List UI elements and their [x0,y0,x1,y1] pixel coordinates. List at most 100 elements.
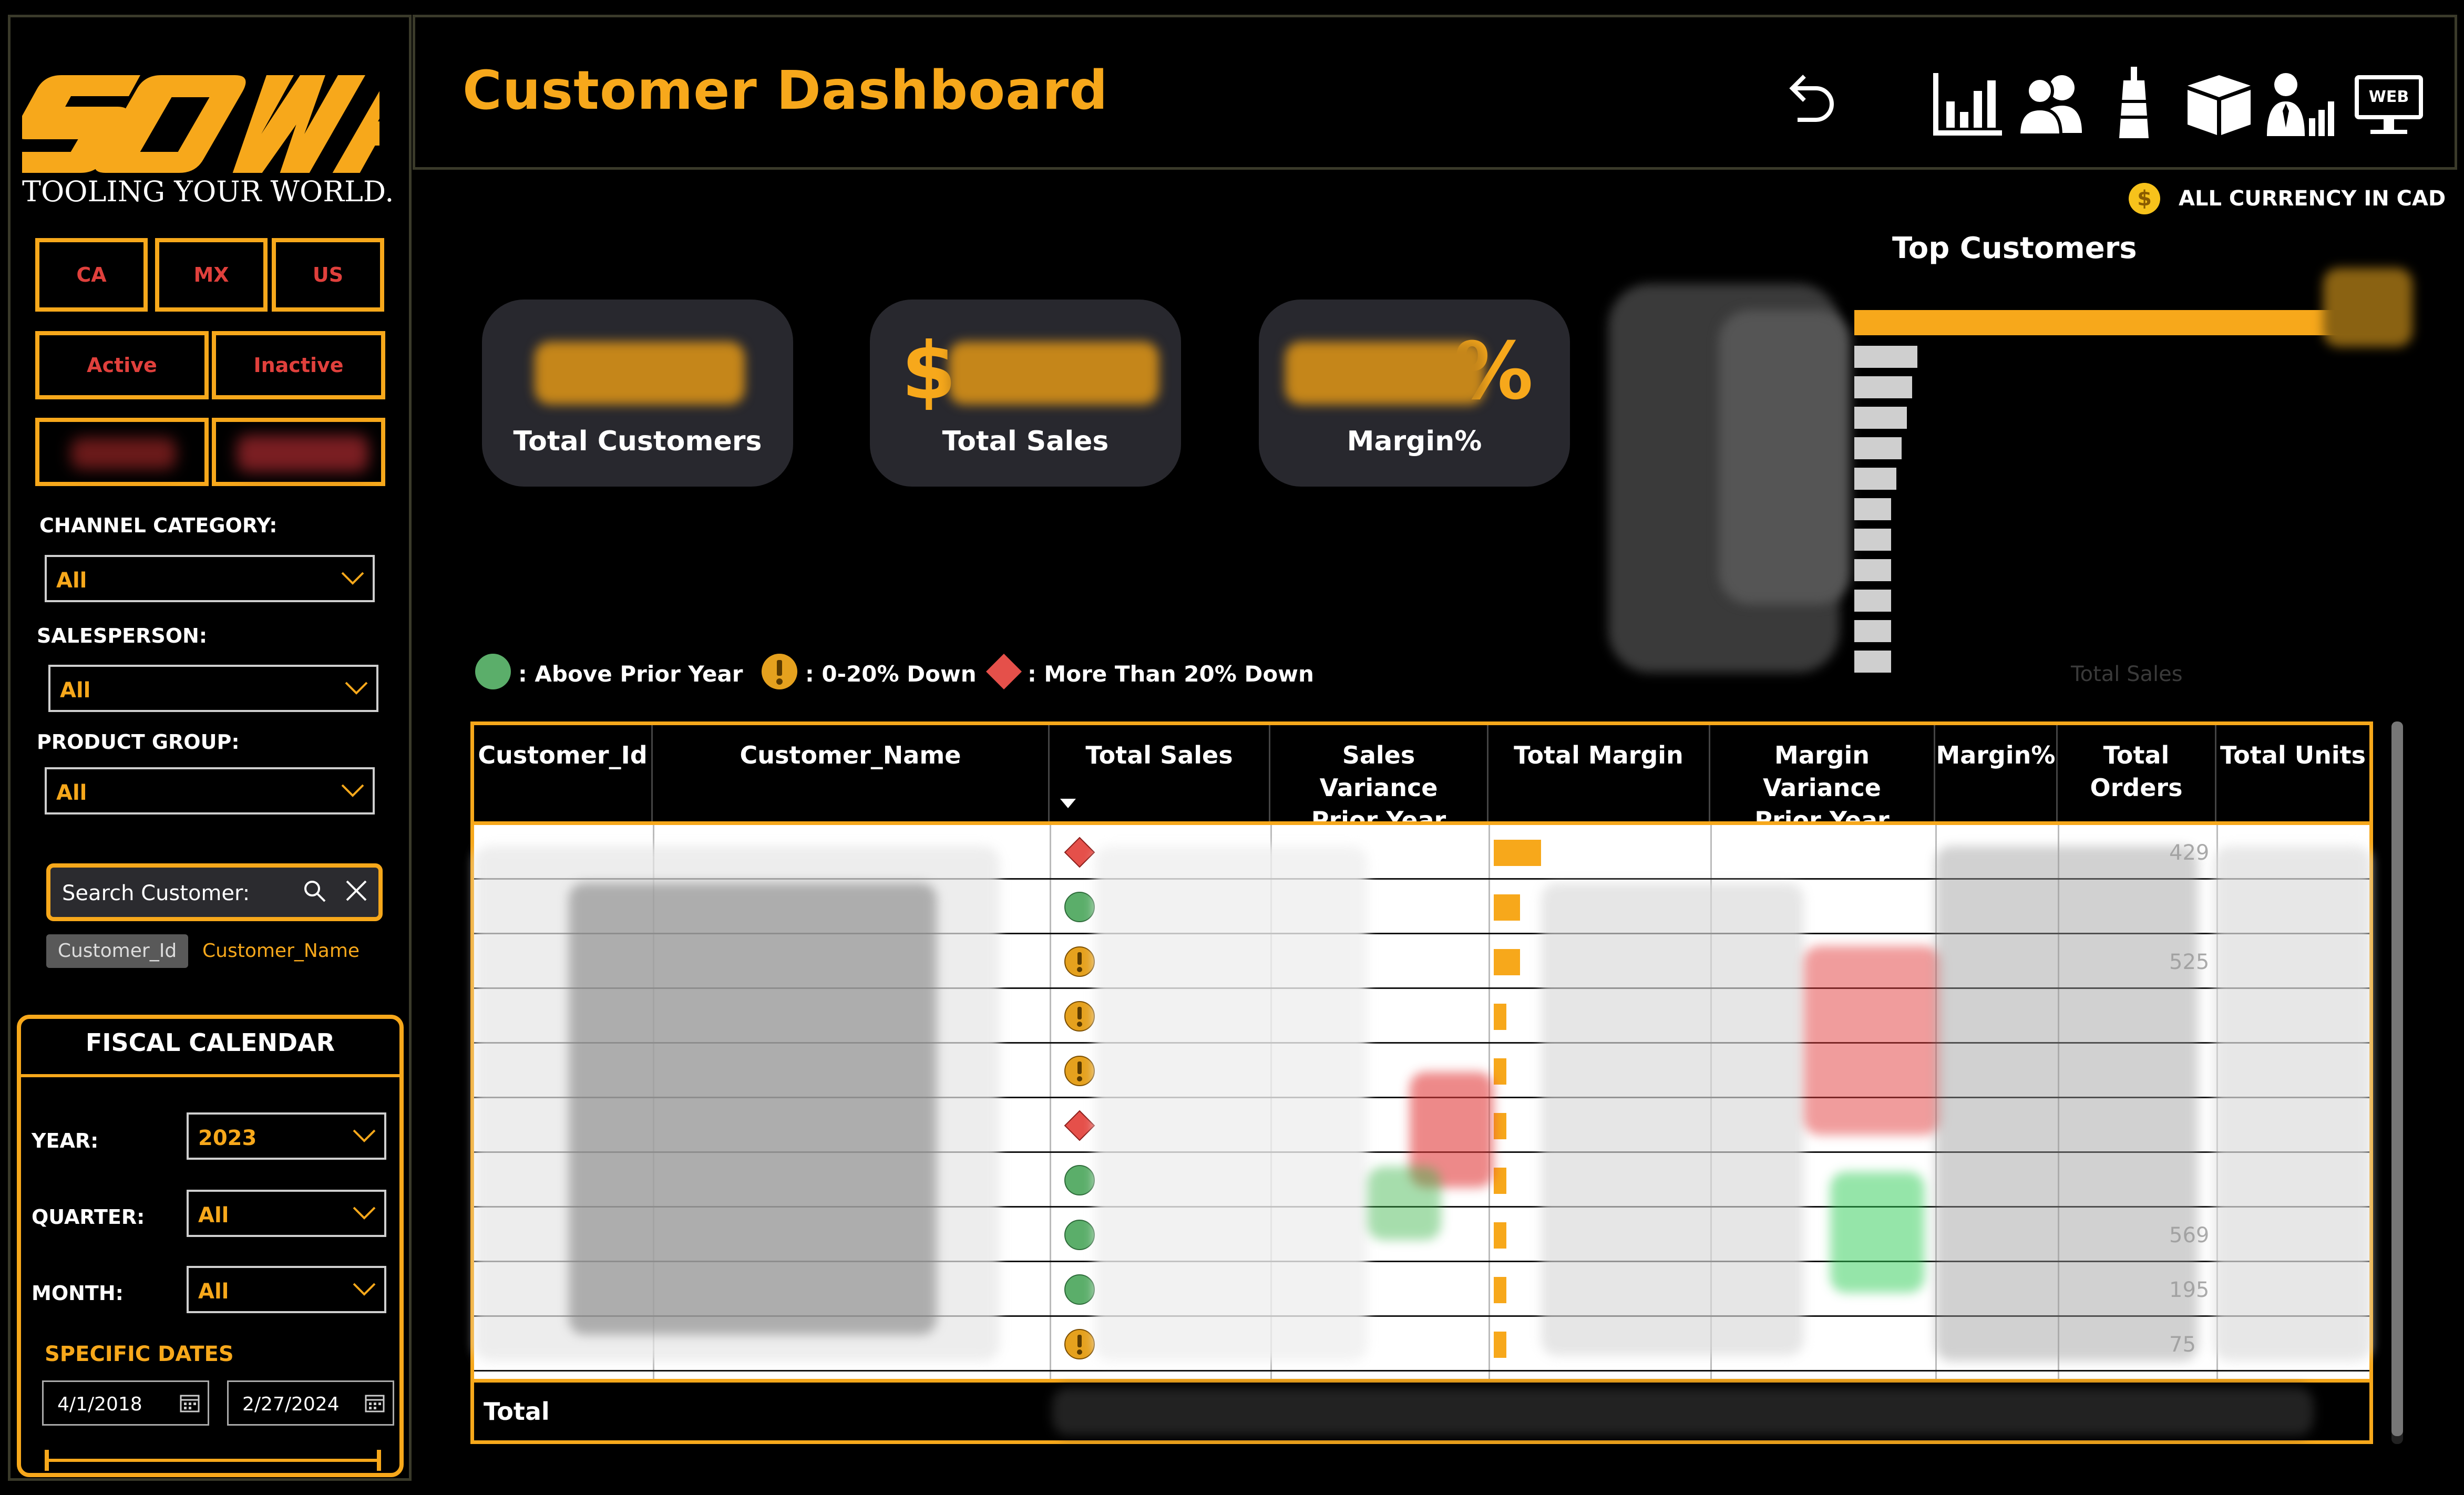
top-customer-bar[interactable] [1854,651,1891,673]
margin-data-bar [1494,1058,1506,1085]
table-scrollbar[interactable] [2391,721,2403,1444]
top-customer-bar[interactable] [1854,498,1891,520]
slider-start-handle[interactable] [45,1450,49,1471]
kpi-caption: Total Customers [513,426,762,457]
salesperson-dropdown[interactable]: All [48,665,378,712]
sort-desc-icon[interactable] [1060,799,1076,808]
product-group-label: PRODUCT GROUP: [37,730,240,754]
margin-data-bar [1494,1332,1506,1358]
quarter-value: All [198,1203,229,1228]
bar-chart-icon[interactable] [1932,70,2005,138]
salesperson-icon[interactable] [2263,70,2336,138]
above-prior-year-icon [1064,1165,1095,1195]
legend-label-0-20-down: : 0-20% Down [805,661,977,687]
top-customer-bar[interactable] [1854,559,1891,581]
dashboard-header: Customer Dashboard WEB [413,15,2457,170]
slider-track [45,1459,381,1462]
tool-icon[interactable] [2108,65,2160,143]
currency-note: ALL CURRENCY IN CAD [2179,187,2446,211]
col-header-total-sales[interactable]: Total Sales [1050,725,1270,825]
margin-data-bar [1494,894,1520,921]
search-mode-customer-name[interactable]: Customer_Name [202,934,360,968]
web-icon[interactable]: WEB [2355,75,2423,138]
top-customers-axis-label: Total Sales [2071,662,2183,686]
col-header-margin-pct[interactable]: Margin% [1935,725,2058,825]
channel-category-dropdown[interactable]: All [45,555,375,602]
product-group-value: All [56,781,87,805]
down-0-20-icon [1064,1056,1095,1086]
top-customers-bars [1829,310,2386,678]
calendar-divider [21,1074,399,1077]
year-dropdown[interactable]: 2023 [187,1112,386,1160]
month-dropdown[interactable]: All [187,1266,386,1313]
down-more-20-icon [1064,1110,1095,1141]
logo-icon [1,75,467,173]
product-group-dropdown[interactable]: All [45,767,375,814]
kpi-prefix: $ [901,326,957,417]
legend-label-above: : Above Prior Year [518,661,743,687]
kpi-total-customers: Total Customers [482,300,793,487]
country-button-mx[interactable]: MX [155,238,268,312]
end-date-input[interactable]: 2/27/2024 [227,1380,394,1426]
search-mode-customer-id[interactable]: Customer_Id [46,934,188,968]
redacted-filter-button-2[interactable] [212,418,385,486]
fiscal-calendar-panel: FISCAL CALENDAR YEAR: 2023 QUARTER: All … [17,1015,404,1477]
col-header-customer-id[interactable]: Customer_Id [474,725,653,825]
top-customer-bar[interactable] [1854,590,1891,612]
top-customer-bar[interactable] [1854,437,1902,459]
slider-end-handle[interactable] [377,1450,381,1471]
down-0-20-icon [762,654,797,689]
top-customer-bar[interactable] [1854,407,1907,429]
box-icon[interactable] [2182,70,2256,138]
date-range-slider[interactable] [45,1450,381,1471]
calendar-icon[interactable] [179,1393,200,1414]
top-customer-bar[interactable] [1854,346,1917,368]
margin-data-bar [1494,1277,1506,1303]
month-value: All [198,1280,229,1304]
above-prior-year-icon [1064,1274,1095,1305]
margin-data-bar [1494,840,1541,866]
status-button-inactive[interactable]: Inactive [212,331,385,399]
calendar-icon[interactable] [364,1393,385,1414]
customer-search-box[interactable]: Search Customer: [46,863,383,921]
quarter-label: QUARTER: [32,1205,145,1229]
clear-icon[interactable] [345,879,368,902]
col-header-customer-name[interactable]: Customer_Name [653,725,1050,825]
kpi-value-redacted: $ [870,326,1181,417]
col-header-sales-variance[interactable]: Sales Variance Prior Year [1270,725,1488,834]
col-header-total-units[interactable]: Total Units [2216,725,2369,825]
top-customer-bar[interactable] [1854,468,1896,490]
search-icon[interactable] [303,879,326,902]
start-date-input[interactable]: 4/1/2018 [42,1380,209,1426]
customers-icon[interactable] [2016,70,2089,138]
channel-category-value: All [56,569,87,593]
scrollbar-thumb[interactable] [2391,721,2403,1436]
margin-data-bar [1494,1222,1506,1249]
specific-dates-label: SPECIFIC DATES [45,1342,234,1366]
kpi-caption: Margin% [1347,426,1482,457]
chevron-down-icon [353,1283,376,1296]
top-customer-bar[interactable] [1854,376,1912,398]
redacted-filter-button-1[interactable] [35,418,209,486]
table-total-row: Total [474,1379,2369,1440]
country-button-ca[interactable]: CA [35,238,148,312]
quarter-dropdown[interactable]: All [187,1190,386,1237]
above-prior-year-icon [475,654,511,689]
down-0-20-icon [1064,1329,1095,1359]
channel-category-label: CHANNEL CATEGORY: [39,514,278,537]
top-customer-bar[interactable] [1854,620,1891,642]
col-header-total-margin[interactable]: Total Margin [1488,725,1710,825]
col-header-margin-variance[interactable]: Margin Variance Prior Year [1710,725,1935,834]
back-icon[interactable] [1774,70,1837,133]
top-customer-bar[interactable] [1854,310,2380,335]
top-customers-title: Top Customers [1892,231,2137,265]
kpi-margin: % Margin% [1259,300,1570,487]
country-button-us[interactable]: US [272,238,384,312]
customer-search-placeholder: Search Customer: [62,881,250,905]
top-customer-bar[interactable] [1854,529,1891,551]
chevron-down-icon [345,682,368,695]
status-button-active[interactable]: Active [35,331,209,399]
col-header-total-orders[interactable]: Total Orders [2058,725,2216,825]
header-divider [474,821,2369,825]
down-0-20-icon [1064,1001,1095,1032]
